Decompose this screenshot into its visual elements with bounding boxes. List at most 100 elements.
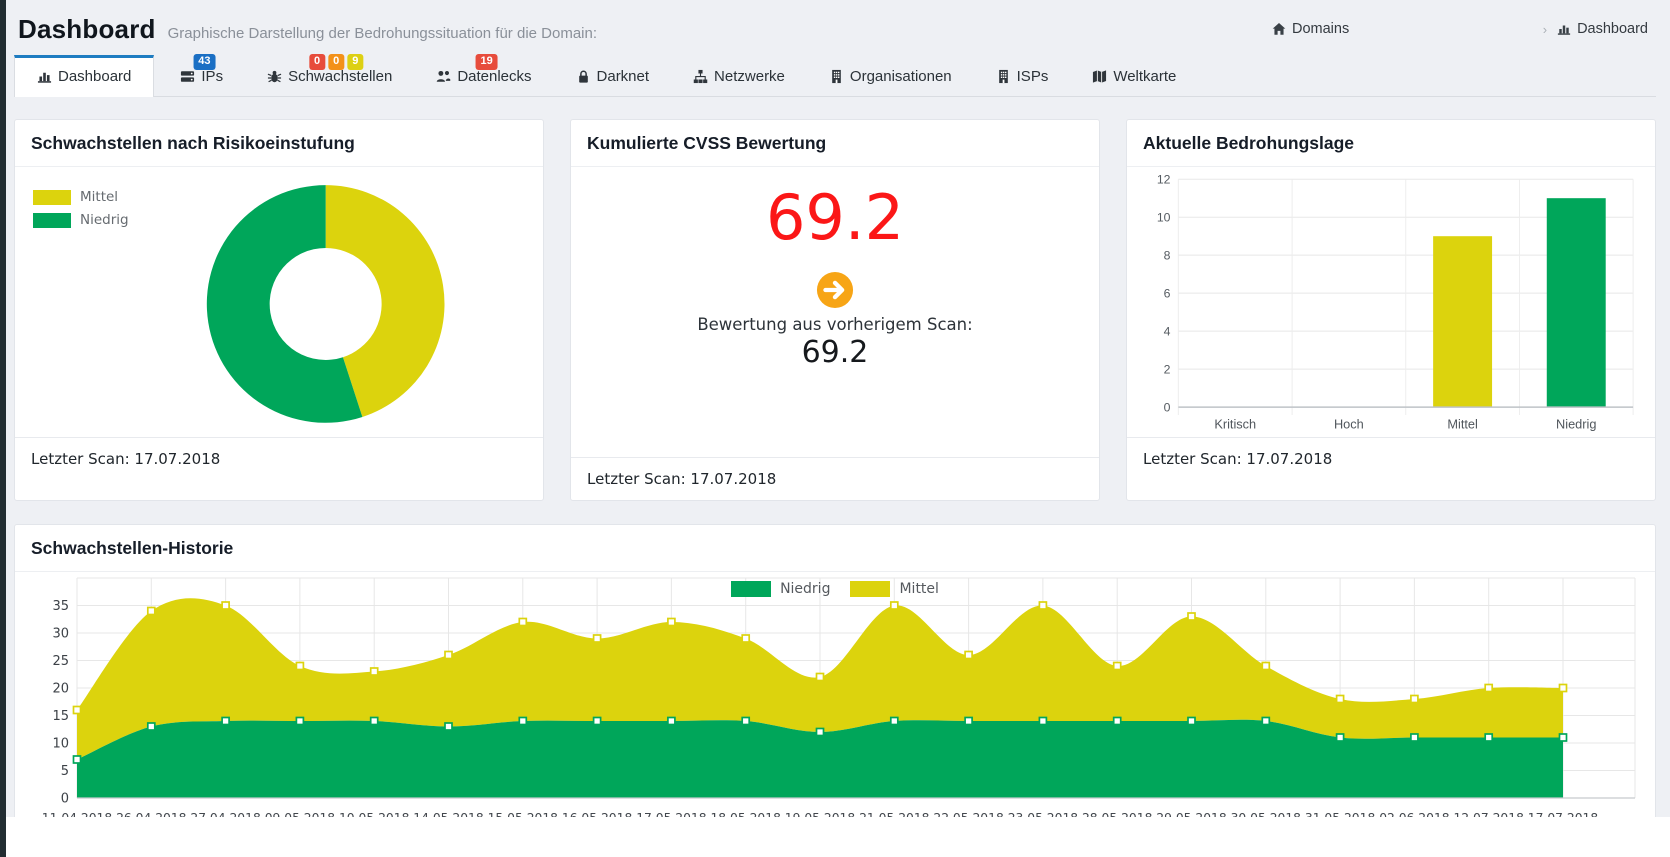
cvss-content: 69.2 Bewertung aus vorherigem Scan: 69.2 — [571, 187, 1099, 457]
tab-schwachstellen[interactable]: 009Schwachstellen — [263, 55, 396, 96]
legend-swatch — [33, 213, 71, 228]
sitemap-icon — [693, 69, 708, 84]
legend-label: Mittel — [899, 581, 938, 597]
panel-risk-title: Schwachstellen nach Risikoeinstufung — [15, 120, 543, 167]
data-point-mittel — [1411, 696, 1418, 703]
breadcrumb-item-dashboard[interactable]: Dashboard — [1557, 21, 1648, 37]
threat-bar-chart: 024681012KritischHochMittelNiedrig — [1143, 167, 1639, 437]
legend-label: Mittel — [80, 189, 118, 205]
bar-mittel — [1433, 236, 1492, 407]
tab-badge: 0 — [328, 54, 344, 70]
breadcrumb-label: Dashboard — [1577, 21, 1648, 37]
tab-label: Schwachstellen — [288, 68, 392, 85]
legend-item-niedrig[interactable]: Niedrig — [33, 212, 129, 228]
tab-badge: 0 — [309, 54, 325, 70]
data-point-niedrig — [891, 718, 898, 725]
svg-text:12: 12 — [1157, 173, 1171, 187]
data-point-niedrig — [965, 718, 972, 725]
breadcrumb-label: Domains — [1292, 21, 1349, 37]
data-point-niedrig — [1560, 734, 1567, 741]
data-point-niedrig — [148, 723, 155, 730]
data-point-niedrig — [371, 718, 378, 725]
tab-darknet[interactable]: Darknet — [572, 55, 654, 96]
donut-legend: Mittel Niedrig — [33, 189, 129, 235]
breadcrumb: Domains › Dashboard — [1272, 21, 1652, 37]
data-point-niedrig — [668, 718, 675, 725]
panel-risk: Schwachstellen nach Risikoeinstufung Mit… — [14, 119, 544, 501]
tab-badges: 43 — [193, 54, 215, 70]
data-point-mittel — [371, 668, 378, 675]
users-icon — [436, 69, 451, 84]
lock-icon — [576, 69, 591, 84]
tab-dashboard[interactable]: Dashboard — [14, 55, 154, 97]
data-point-niedrig — [1337, 734, 1344, 741]
tab-badge: 43 — [193, 54, 215, 70]
svg-text:Hoch: Hoch — [1334, 417, 1364, 432]
svg-text:Kritisch: Kritisch — [1214, 417, 1256, 432]
building-icon — [829, 69, 844, 84]
data-point-niedrig — [1411, 734, 1418, 741]
data-point-mittel — [1262, 663, 1269, 670]
tab-isps[interactable]: ISPs — [992, 55, 1053, 96]
tab-badge: 9 — [347, 54, 363, 70]
legend-swatch — [731, 581, 771, 597]
data-point-niedrig — [817, 729, 824, 736]
tab-badges: 19 — [475, 54, 497, 70]
legend-item-mittel[interactable]: Mittel — [33, 189, 129, 205]
data-point-mittel — [1039, 602, 1046, 609]
risk-chart-area: Mittel Niedrig — [15, 167, 543, 437]
tab-ips[interactable]: 43IPs — [176, 55, 227, 96]
data-point-mittel — [891, 602, 898, 609]
data-point-mittel — [1188, 613, 1195, 620]
history-area-chart: 0510152025303511.04.201826.04.201827.04.… — [31, 572, 1639, 844]
data-point-niedrig — [742, 718, 749, 725]
breadcrumb-item-domains[interactable]: Domains — [1272, 21, 1349, 37]
tab-label: Organisationen — [850, 68, 952, 85]
tab-label: Datenlecks — [457, 68, 531, 85]
tab-organisationen[interactable]: Organisationen — [825, 55, 956, 96]
data-point-mittel — [594, 635, 601, 642]
panel-cvss: Kumulierte CVSS Bewertung 69.2 Bewertung… — [570, 119, 1100, 501]
map-icon — [1092, 69, 1107, 84]
data-point-mittel — [148, 608, 155, 615]
tab-badges: 009 — [309, 54, 363, 70]
collapsed-sidebar[interactable] — [0, 0, 6, 857]
svg-text:0: 0 — [61, 792, 69, 807]
previous-scan-score: 69.2 — [587, 335, 1083, 370]
home-icon — [1272, 22, 1286, 36]
tab-label: Dashboard — [58, 68, 131, 85]
history-legend: Niedrig Mittel — [15, 581, 1655, 597]
tab-bar: Dashboard43IPs009Schwachstellen19Datenle… — [14, 55, 1656, 97]
arrow-right-icon — [816, 271, 854, 309]
legend-item-mittel[interactable]: Mittel — [850, 581, 938, 597]
data-point-mittel — [742, 635, 749, 642]
data-point-mittel — [1114, 663, 1121, 670]
svg-text:25: 25 — [52, 654, 69, 669]
legend-item-niedrig[interactable]: Niedrig — [731, 581, 830, 597]
data-point-mittel — [1337, 696, 1344, 703]
tab-netzwerke[interactable]: Netzwerke — [689, 55, 789, 96]
svg-text:8: 8 — [1164, 249, 1171, 263]
panel-threat-title: Aktuelle Bedrohungslage — [1127, 120, 1655, 167]
svg-text:6: 6 — [1164, 287, 1171, 301]
svg-text:20: 20 — [52, 682, 69, 697]
threat-chart-area: 024681012KritischHochMittelNiedrig — [1127, 167, 1655, 437]
tab-label: ISPs — [1017, 68, 1049, 85]
page-bottom-space — [0, 817, 1670, 857]
tab-datenlecks[interactable]: 19Datenlecks — [432, 55, 535, 96]
svg-text:4: 4 — [1164, 325, 1171, 339]
tab-label: Netzwerke — [714, 68, 785, 85]
tab-weltkarte[interactable]: Weltkarte — [1088, 55, 1180, 96]
history-chart-area: NiedrigMittel 0510152025303511.04.201826… — [15, 572, 1655, 846]
data-point-niedrig — [1039, 718, 1046, 725]
data-point-mittel — [965, 652, 972, 659]
tab-badge: 19 — [475, 54, 497, 70]
data-point-mittel — [445, 652, 452, 659]
last-scan-label: Letzter Scan: 17.07.2018 — [15, 437, 543, 480]
tab-label: Weltkarte — [1113, 68, 1176, 85]
panel-threat: Aktuelle Bedrohungslage 024681012Kritisc… — [1126, 119, 1656, 501]
dashboard-grid: Schwachstellen nach Risikoeinstufung Mit… — [14, 119, 1656, 501]
last-scan-label: Letzter Scan: 17.07.2018 — [1127, 437, 1655, 480]
data-point-niedrig — [1485, 734, 1492, 741]
page-subtitle: Graphische Darstellung der Bedrohungssit… — [168, 25, 597, 42]
